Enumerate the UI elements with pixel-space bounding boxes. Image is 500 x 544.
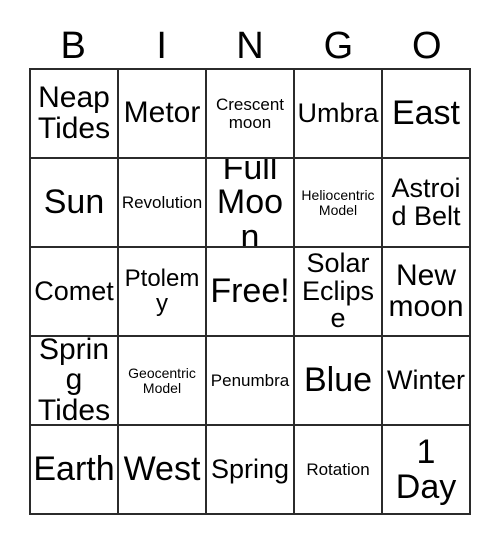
bingo-cell-n4[interactable]: Penumbra [207,337,295,426]
bingo-header-row: B I N G O [29,20,471,66]
bingo-cell-label: Astroid Belt [391,172,461,231]
bingo-header-letter-n: N [236,25,264,67]
bingo-header-letter-o: O [412,25,442,67]
bingo-cell-label: Umbra [297,97,379,128]
bingo-cell-i1[interactable]: Metor [119,70,207,159]
bingo-cell-i2[interactable]: Revolution [119,159,207,248]
bingo-cell-label: Blue [303,361,373,400]
bingo-cell-b5[interactable]: Earth [31,426,119,515]
bingo-cell-label: Sun [43,183,105,222]
bingo-cell-g3[interactable]: Solar Eclipse [295,248,383,337]
bingo-cell-label: Earth [33,450,115,489]
bingo-cell-o2[interactable]: Astroid Belt [383,159,471,248]
bingo-cell-b3[interactable]: Comet [31,248,119,337]
bingo-cell-o1[interactable]: East [383,70,471,159]
bingo-cell-label: Rotation [306,459,370,479]
bingo-cell-o3[interactable]: New moon [383,248,471,337]
bingo-cell-o5[interactable]: 1 Day [383,426,471,515]
bingo-cell-label: Spring [210,453,290,484]
bingo-cell-b1[interactable]: Neap Tides [31,70,119,159]
bingo-cell-free-space[interactable]: Free! [207,248,295,337]
bingo-cell-label: East [391,94,461,133]
bingo-cell-o4[interactable]: Winter [383,337,471,426]
bingo-cell-label: Penumbra [210,370,290,390]
bingo-cell-n1[interactable]: Crescent moon [207,70,295,159]
bingo-cell-b4[interactable]: Spring Tides [31,337,119,426]
bingo-cell-label: Comet [34,275,114,306]
bingo-cell-g1[interactable]: Umbra [295,70,383,159]
bingo-cell-g5[interactable]: Rotation [295,426,383,515]
bingo-cell-i4[interactable]: Geocentric Model [119,337,207,426]
bingo-cell-label: Neap Tides [37,80,111,145]
bingo-cell-label: Revolution [121,192,203,212]
bingo-cell-label: Metor [123,96,201,130]
bingo-card: B I N G O Neap Tides Metor Crescent moon… [0,0,500,544]
bingo-cell-label: Geocentric Model [128,365,196,396]
bingo-cell-g2[interactable]: Heliocentric Model [295,159,383,248]
bingo-cell-n5[interactable]: Spring [207,426,295,515]
bingo-cell-label: Ptolemy [124,265,200,317]
bingo-cell-i5[interactable]: West [119,426,207,515]
bingo-cell-g4[interactable]: Blue [295,337,383,426]
bingo-cell-b2[interactable]: Sun [31,159,119,248]
bingo-header-letter-g: G [323,25,354,67]
bingo-cell-label: Solar Eclipse [301,248,375,334]
bingo-cell-label: Crescent moon [215,95,285,132]
bingo-cell-label: Winter [386,364,465,395]
bingo-grid: Neap Tides Metor Crescent moon Umbra Eas… [29,68,471,515]
bingo-header-letter-i: I [156,25,167,67]
bingo-free-space-label: Free! [210,272,290,311]
bingo-cell-label: 1 Day [395,432,457,506]
bingo-cell-label: West [123,450,201,489]
bingo-cell-n2[interactable]: Full Moon [207,159,295,248]
bingo-cell-label: New moon [388,258,464,323]
bingo-cell-label: Heliocentric Model [301,187,375,218]
bingo-header-letter-b: B [60,25,86,67]
bingo-cell-label: Full Moon [216,159,284,248]
bingo-cell-label: Spring Tides [37,337,111,426]
bingo-cell-i3[interactable]: Ptolemy [119,248,207,337]
